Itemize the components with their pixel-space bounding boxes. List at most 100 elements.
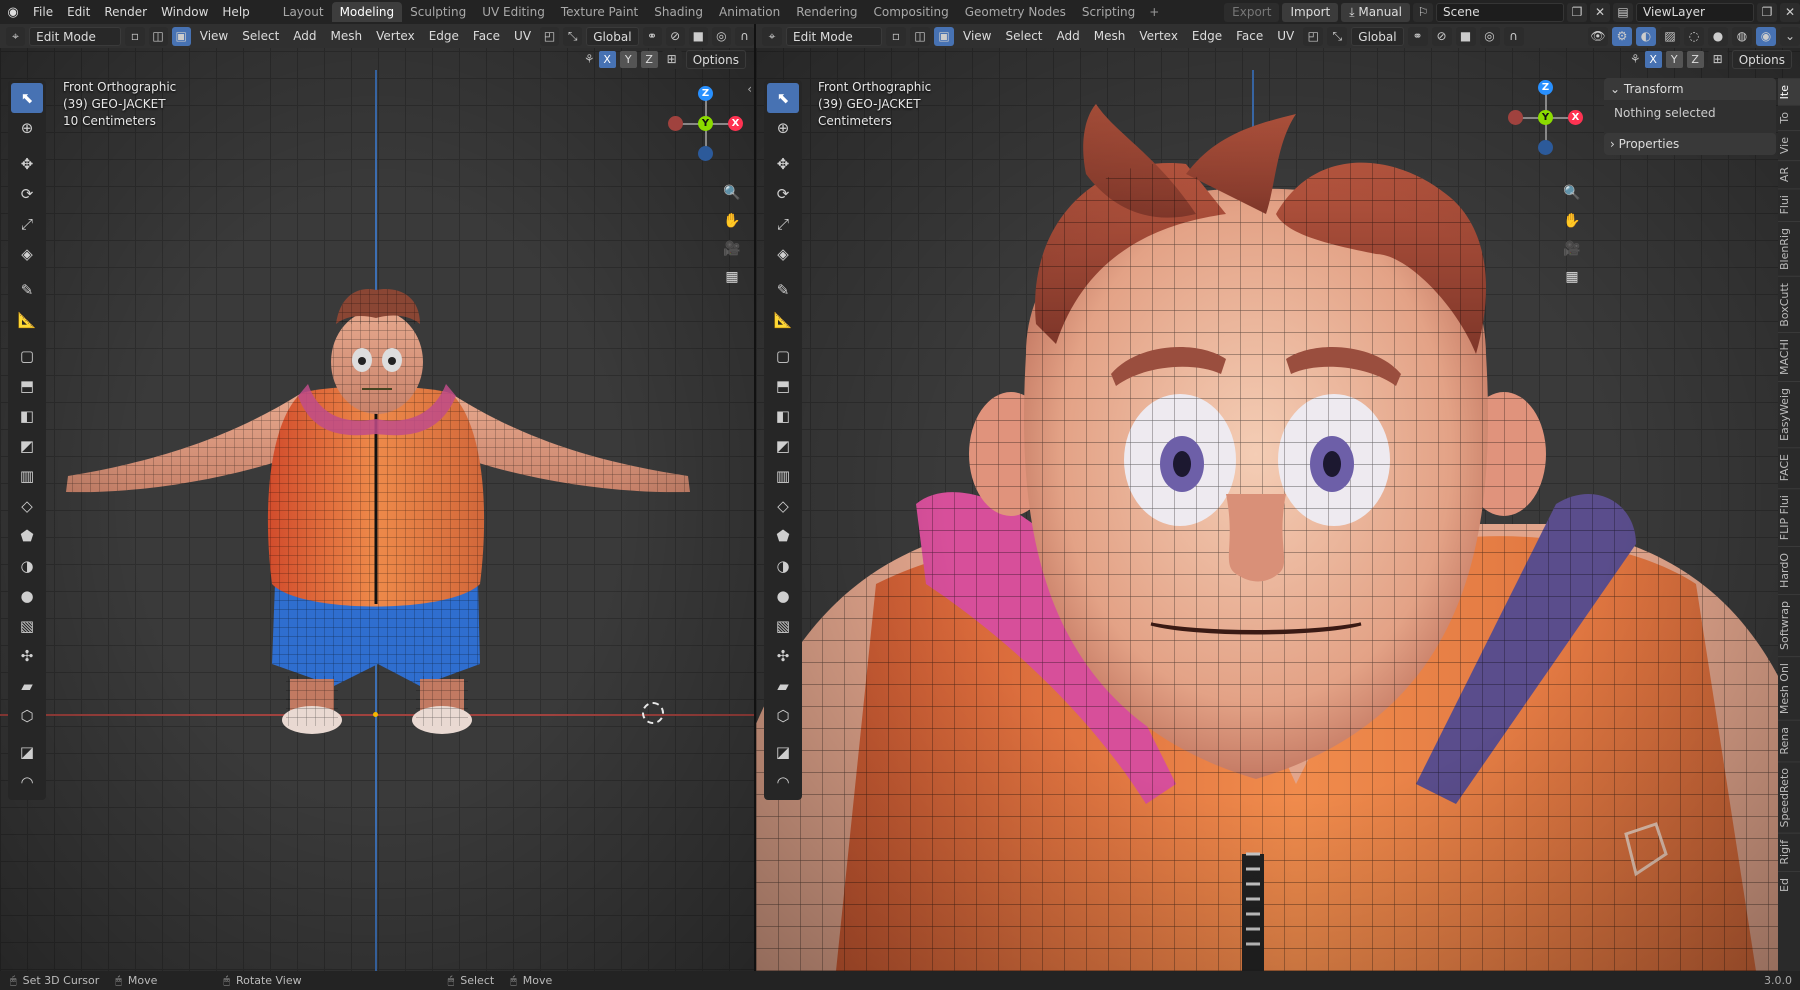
shear-tool-icon-r[interactable]: ▰ <box>767 671 799 701</box>
poly-build-tool-icon[interactable]: ⬟ <box>11 521 43 551</box>
menu-window[interactable]: Window <box>154 0 215 24</box>
spin-tool-icon-r[interactable]: ◑ <box>767 551 799 581</box>
scale-tool-icon[interactable]: ⤢ <box>11 209 43 239</box>
tab-shading[interactable]: Shading <box>646 2 711 22</box>
menu-view-right[interactable]: View <box>958 29 996 43</box>
smooth-tool-icon[interactable]: ● <box>11 581 43 611</box>
gizmo-neg-z[interactable] <box>698 146 713 161</box>
menu-face-right[interactable]: Face <box>1231 29 1268 43</box>
auto-merge-icon[interactable]: ⊞ <box>661 49 682 69</box>
cursor-tool-icon-r[interactable]: ⊕ <box>767 113 799 143</box>
sidebar-tab-item[interactable]: Ite <box>1778 78 1800 106</box>
editor-type-icon-right[interactable]: ⌖ <box>762 26 782 46</box>
custom-tool-2-icon[interactable]: ◠ <box>11 767 43 797</box>
inset-tool-icon[interactable]: ◧ <box>11 401 43 431</box>
select-box-tool-icon-r[interactable]: ⬉ <box>767 83 799 113</box>
transform-tool-icon-r[interactable]: ◈ <box>767 239 799 269</box>
menu-view[interactable]: View <box>195 29 233 43</box>
tab-sculpting[interactable]: Sculpting <box>402 2 474 22</box>
scale-tool-icon-r[interactable]: ⤢ <box>767 209 799 239</box>
sidebar-tab-softwrap[interactable]: Softwrap <box>1778 593 1800 656</box>
transform-panel-header[interactable]: ⌄ Transform <box>1604 78 1776 100</box>
shear-tool-icon[interactable]: ▰ <box>11 671 43 701</box>
visibility-icon[interactable]: 👁 <box>1588 26 1608 46</box>
navigation-gizmo-right[interactable]: Z Y X <box>1508 80 1588 160</box>
gizmo-z-r[interactable]: Z <box>1538 80 1553 95</box>
face-select-icon[interactable]: ▣ <box>171 26 191 46</box>
tab-layout[interactable]: Layout <box>275 2 332 22</box>
sidebar-tab-flip-fluids[interactable]: FLIP Flui <box>1778 487 1800 546</box>
sidebar-tab-rena[interactable]: Rena <box>1778 720 1800 761</box>
collapse-sidebar-icon[interactable]: ‹ <box>747 82 752 96</box>
edge-slide-tool-icon-r[interactable]: ▧ <box>767 611 799 641</box>
menu-edge-right[interactable]: Edge <box>1187 29 1227 43</box>
options-dropdown-right[interactable]: Options <box>1731 49 1792 69</box>
move-tool-icon[interactable]: ✥ <box>11 149 43 179</box>
menu-vertex[interactable]: Vertex <box>371 29 420 43</box>
menu-select[interactable]: Select <box>237 29 284 43</box>
poly-build-tool-icon-r[interactable]: ⬟ <box>767 521 799 551</box>
sidebar-tab-flui[interactable]: Flui <box>1778 188 1800 221</box>
tab-texture-paint[interactable]: Texture Paint <box>553 2 646 22</box>
rendered-shading-icon[interactable]: ◉ <box>1756 26 1776 46</box>
ortho-grid-icon-r[interactable]: ▦ <box>1560 266 1584 288</box>
viewport-right[interactable]: ⌖ Edit Mode ▫ ◫ ▣ View Select Add Mesh V… <box>756 24 1800 971</box>
shading-options-icon[interactable]: ⌄ <box>1780 26 1800 46</box>
add-workspace-icon[interactable]: + <box>1143 5 1165 19</box>
custom-tool-1-icon[interactable]: ◪ <box>11 737 43 767</box>
menu-face[interactable]: Face <box>468 29 505 43</box>
mirror-y-button[interactable]: Y <box>619 50 637 68</box>
snap-target-icon-right[interactable]: ■ <box>1455 26 1476 46</box>
sidebar-tab-ar[interactable]: AR <box>1778 160 1800 189</box>
pivot-icon-right[interactable]: ⚭ <box>1407 26 1428 46</box>
rotate-tool-icon[interactable]: ⟳ <box>11 179 43 209</box>
tab-rendering[interactable]: Rendering <box>788 2 865 22</box>
viewport-left[interactable]: ⌖ Edit Mode ▫ ◫ ▣ View Select Add Mesh V… <box>0 24 754 971</box>
blender-logo-icon[interactable]: ◉ <box>0 5 26 20</box>
menu-uv[interactable]: UV <box>509 29 536 43</box>
mirror-x-button-right[interactable]: X <box>1644 50 1662 68</box>
character-closeup[interactable] <box>756 24 1800 971</box>
wireframe-shading-icon[interactable]: ◌ <box>1684 26 1704 46</box>
menu-add-right[interactable]: Add <box>1052 29 1085 43</box>
orientation-select-right[interactable]: Global <box>1351 26 1404 46</box>
pan-hand-icon-r[interactable]: ✋ <box>1560 210 1584 232</box>
knife-tool-icon[interactable]: ◇ <box>11 491 43 521</box>
face-select-icon-right[interactable]: ▣ <box>934 26 954 46</box>
view-layer-close-icon[interactable]: ✕ <box>1780 2 1800 22</box>
menu-file[interactable]: File <box>26 0 60 24</box>
view-layer-copy-icon[interactable]: ❐ <box>1757 2 1777 22</box>
gizmo-toggle-icon[interactable]: ⚙ <box>1612 26 1632 46</box>
sidebar-tab-tool[interactable]: To <box>1778 105 1800 130</box>
measure-tool-icon[interactable]: 📐 <box>11 305 43 335</box>
menu-edge[interactable]: Edge <box>424 29 464 43</box>
scene-close-icon[interactable]: ✕ <box>1590 2 1610 22</box>
sidebar-tab-face[interactable]: FACE <box>1778 447 1800 488</box>
orientation-select[interactable]: Global <box>586 26 639 46</box>
pan-hand-icon[interactable]: ✋ <box>720 210 744 232</box>
zoom-icon[interactable]: 🔍 <box>720 182 744 204</box>
manual-button[interactable]: ⤓ Manual <box>1341 2 1410 22</box>
gizmo-y-r[interactable]: Y <box>1538 110 1553 125</box>
gizmo-neg-x-r[interactable] <box>1508 110 1523 125</box>
uv-sync-icon-right[interactable]: ◰ <box>1303 26 1324 46</box>
sidebar-tab-easyweight[interactable]: EasyWeig <box>1778 381 1800 448</box>
transform-tool-icon[interactable]: ◈ <box>11 239 43 269</box>
shrink-fatten-tool-icon[interactable]: ✣ <box>11 641 43 671</box>
proportional-edit-icon[interactable]: ◎ <box>711 26 731 46</box>
scene-selector[interactable]: Scene <box>1436 2 1564 22</box>
character-full-body[interactable] <box>0 24 754 971</box>
xray-icon[interactable]: ▨ <box>1660 26 1680 46</box>
auto-merge-icon-right[interactable]: ⊞ <box>1707 49 1728 69</box>
extrude-tool-icon-r[interactable]: ⬒ <box>767 371 799 401</box>
annotate-tool-icon-r[interactable]: ✎ <box>767 275 799 305</box>
smooth-tool-icon-r[interactable]: ● <box>767 581 799 611</box>
material-shading-icon[interactable]: ◍ <box>1732 26 1752 46</box>
snap-icon[interactable]: ⊘ <box>665 26 685 46</box>
cursor-tool-icon[interactable]: ⊕ <box>11 113 43 143</box>
menu-add[interactable]: Add <box>288 29 321 43</box>
transform-orientation-icon[interactable]: ⤡ <box>563 26 583 46</box>
area-divider[interactable] <box>754 24 756 971</box>
knife-tool-icon-r[interactable]: ◇ <box>767 491 799 521</box>
annotate-tool-icon[interactable]: ✎ <box>11 275 43 305</box>
